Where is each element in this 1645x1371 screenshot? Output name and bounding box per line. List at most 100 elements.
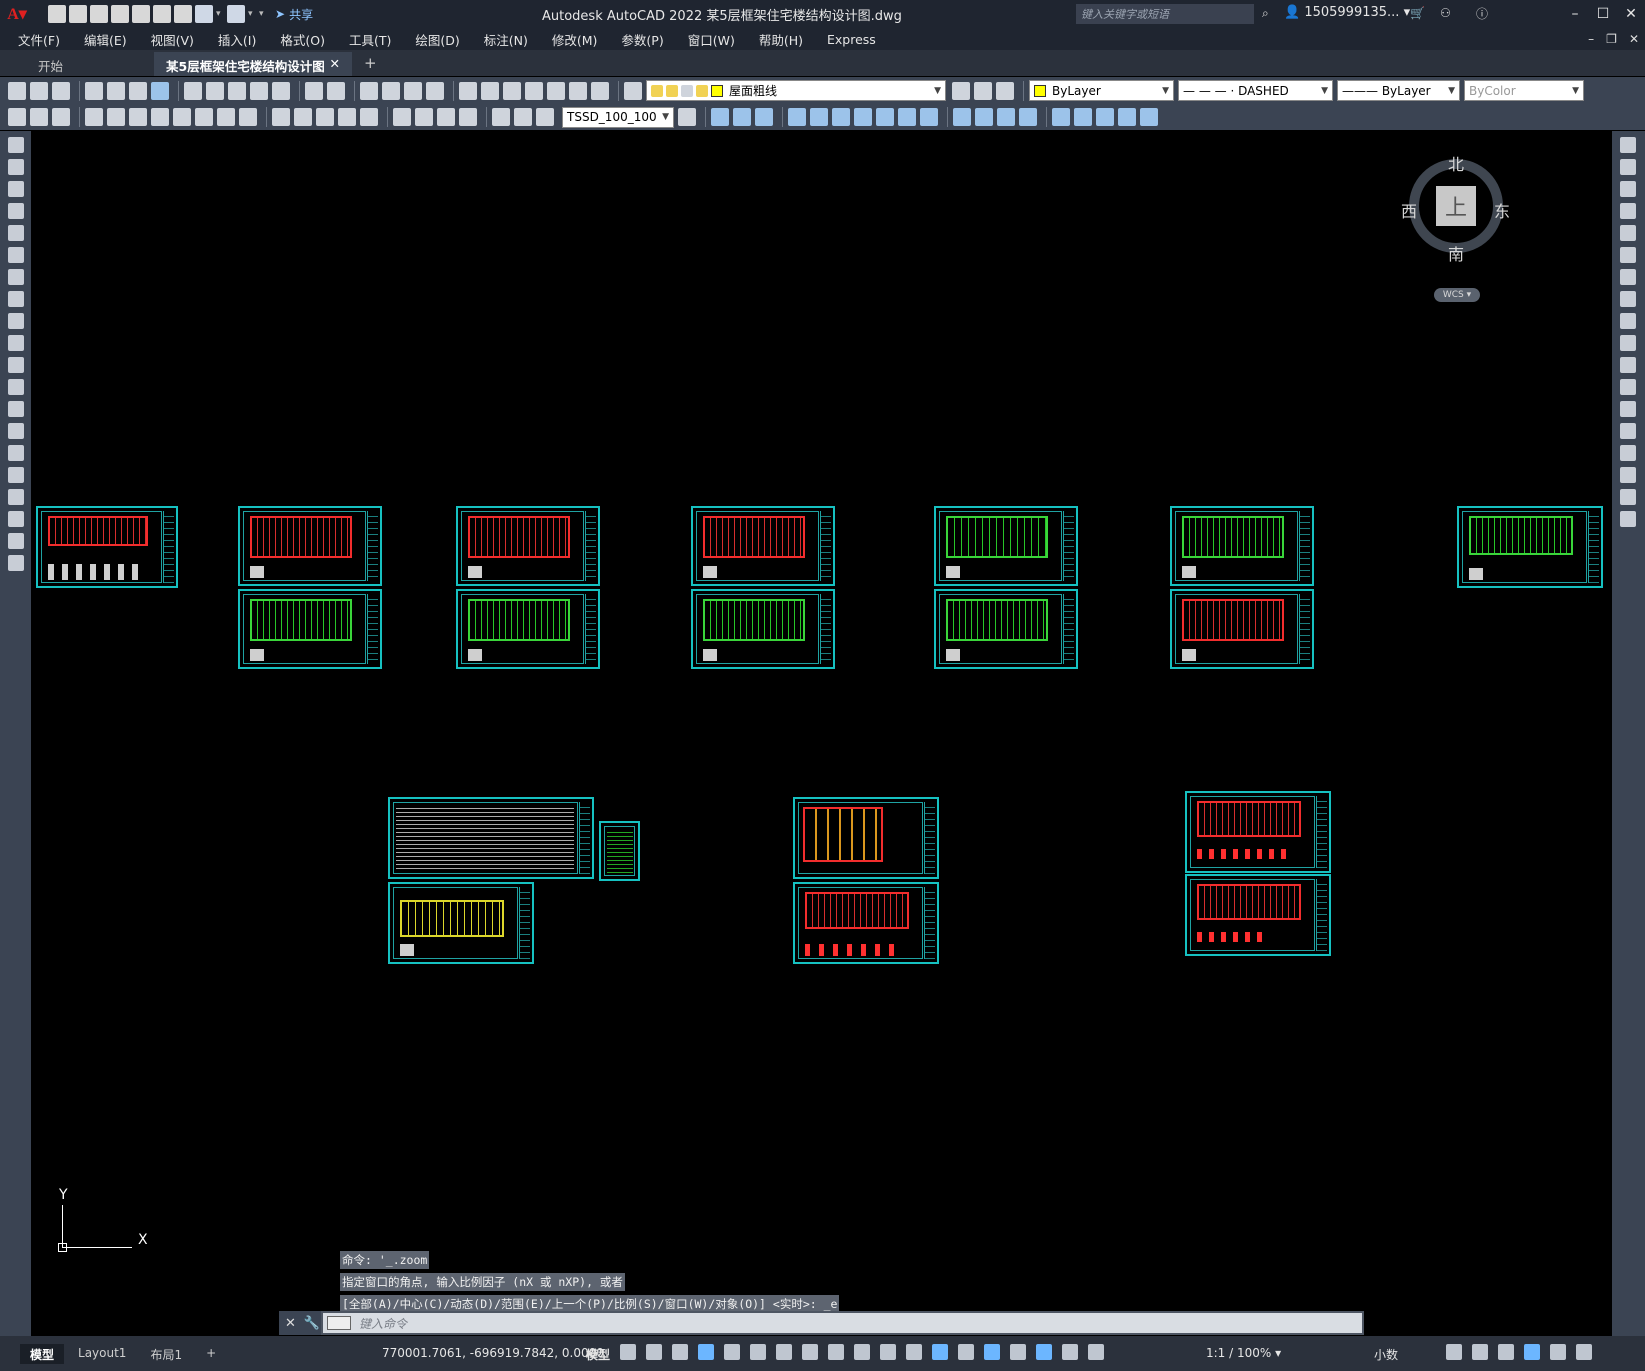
tool-7-icon[interactable] bbox=[854, 108, 872, 126]
new-icon[interactable] bbox=[8, 81, 26, 100]
drawing-sheet[interactable] bbox=[599, 821, 640, 881]
autocad-logo[interactable]: A▾ bbox=[0, 0, 34, 28]
drawing-sheet[interactable] bbox=[456, 506, 600, 586]
dimension-break-icon[interactable] bbox=[360, 108, 378, 126]
maximize-icon[interactable]: ☐ bbox=[1589, 6, 1617, 22]
layer-properties-icon[interactable] bbox=[624, 81, 642, 100]
undo-icon[interactable] bbox=[305, 81, 323, 100]
erase-icon[interactable] bbox=[1620, 137, 1636, 153]
tab-drawing[interactable]: 某5层框架住宅楼结构设计图* ✕ bbox=[154, 52, 352, 90]
tool-13-icon[interactable] bbox=[997, 108, 1015, 126]
color-dropdown[interactable]: ByLayer ▼ bbox=[1029, 80, 1174, 101]
auto-scale-icon[interactable] bbox=[1062, 1344, 1078, 1360]
viewcube[interactable]: 上 北 南 东 西 bbox=[1401, 151, 1510, 264]
point-icon[interactable] bbox=[8, 423, 24, 439]
cut-icon[interactable] bbox=[184, 81, 202, 100]
transparency-icon[interactable] bbox=[880, 1344, 896, 1360]
new-file-icon[interactable] bbox=[48, 5, 66, 23]
drawing-sheet[interactable] bbox=[238, 589, 382, 669]
tool-6-icon[interactable] bbox=[832, 108, 850, 126]
ordinate-dimension-icon[interactable] bbox=[151, 108, 169, 126]
tool-14-icon[interactable] bbox=[1019, 108, 1037, 126]
menu-item[interactable]: 帮助(H) bbox=[759, 30, 803, 49]
rotate-icon[interactable] bbox=[1620, 269, 1636, 285]
extend-icon[interactable] bbox=[1620, 357, 1636, 373]
dimension-edit-icon[interactable] bbox=[492, 108, 510, 126]
gizmo-icon[interactable] bbox=[1010, 1344, 1026, 1360]
move-icon[interactable] bbox=[1620, 247, 1636, 263]
redo-dropdown-icon[interactable]: ▾ bbox=[248, 9, 256, 19]
compass-east[interactable]: 东 bbox=[1494, 198, 1510, 222]
annotation-scale-icon[interactable] bbox=[1088, 1344, 1104, 1360]
compass-north[interactable]: 北 bbox=[1448, 151, 1464, 175]
share-button[interactable]: ➤ 共享 bbox=[275, 6, 313, 23]
customize-quick-access-icon[interactable]: ▾ bbox=[259, 9, 267, 19]
undo-dropdown-icon[interactable]: ▾ bbox=[216, 9, 224, 19]
copy-icon[interactable] bbox=[206, 81, 224, 100]
clean-screen-icon[interactable] bbox=[1550, 1344, 1566, 1360]
quick-dimension-icon[interactable] bbox=[272, 108, 290, 126]
model-space-button[interactable]: 模型 bbox=[586, 1346, 610, 1363]
tool-3-icon[interactable] bbox=[755, 108, 773, 126]
dynamic-ucs-icon[interactable] bbox=[958, 1344, 974, 1360]
jogged-linear-icon[interactable] bbox=[459, 108, 477, 126]
polyline-icon[interactable] bbox=[8, 181, 24, 197]
break-icon[interactable] bbox=[1620, 401, 1636, 417]
aligned-dimension-icon[interactable] bbox=[107, 108, 125, 126]
make-block-icon[interactable] bbox=[8, 401, 24, 417]
baseline-dimension-icon[interactable] bbox=[294, 108, 312, 126]
annotation-scale[interactable]: 1:1 / 100% ▾ bbox=[1206, 1346, 1281, 1360]
circle-icon[interactable] bbox=[8, 269, 24, 285]
markup-icon[interactable] bbox=[547, 81, 565, 100]
customization-icon[interactable] bbox=[1576, 1344, 1592, 1360]
lock-ui-icon[interactable] bbox=[1472, 1344, 1488, 1360]
toolbar-c-icon[interactable] bbox=[52, 108, 70, 126]
drawing-sheet[interactable] bbox=[691, 506, 835, 586]
radius-dimension-icon[interactable] bbox=[173, 108, 191, 126]
isolate-objects-icon[interactable] bbox=[1498, 1344, 1514, 1360]
close-icon[interactable]: ✕ bbox=[1617, 6, 1645, 22]
plot-icon[interactable] bbox=[85, 81, 103, 100]
gradient-icon[interactable] bbox=[8, 467, 24, 483]
save-web-icon[interactable] bbox=[153, 5, 171, 23]
tool-9-icon[interactable] bbox=[898, 108, 916, 126]
tool-17-icon[interactable] bbox=[1096, 108, 1114, 126]
drawing-sheet[interactable] bbox=[793, 797, 939, 879]
drawing-sheet[interactable] bbox=[1457, 506, 1603, 588]
tool-16-icon[interactable] bbox=[1074, 108, 1092, 126]
menu-item[interactable]: Express bbox=[827, 32, 876, 47]
save-as-icon[interactable] bbox=[111, 5, 129, 23]
drawing-sheet[interactable] bbox=[36, 506, 178, 588]
lineweight-icon[interactable] bbox=[854, 1344, 870, 1360]
linear-dimension-icon[interactable] bbox=[85, 108, 103, 126]
angular-dimension-icon[interactable] bbox=[239, 108, 257, 126]
dimension-space-icon[interactable] bbox=[338, 108, 356, 126]
tool-12-icon[interactable] bbox=[975, 108, 993, 126]
dimension-style-icon[interactable] bbox=[678, 108, 696, 126]
isodraft-icon[interactable] bbox=[776, 1344, 792, 1360]
help-icon[interactable] bbox=[591, 81, 609, 100]
layer-previous-icon[interactable] bbox=[974, 81, 992, 100]
polar-tracking-icon[interactable] bbox=[750, 1344, 766, 1360]
tab-layout1[interactable]: Layout1 bbox=[68, 1344, 136, 1364]
menu-item[interactable]: 编辑(E) bbox=[84, 30, 127, 49]
menu-item[interactable]: 文件(F) bbox=[18, 30, 60, 49]
multiline-text-icon[interactable] bbox=[8, 533, 24, 549]
connect-icon[interactable]: ⚇ bbox=[1440, 6, 1451, 20]
drawing-sheet[interactable] bbox=[934, 506, 1078, 586]
coordinates-readout[interactable]: 770001.7061, -696919.7842, 0.0000 bbox=[382, 1346, 604, 1360]
properties-icon[interactable] bbox=[459, 81, 477, 100]
menu-item[interactable]: 标注(N) bbox=[484, 30, 528, 49]
drawing-sheet[interactable] bbox=[934, 589, 1078, 669]
arc-icon[interactable] bbox=[8, 247, 24, 263]
open-web-icon[interactable] bbox=[132, 5, 150, 23]
tool-2-icon[interactable] bbox=[733, 108, 751, 126]
redo-icon[interactable] bbox=[227, 5, 245, 23]
compass-west[interactable]: 西 bbox=[1401, 198, 1417, 222]
tool-5-icon[interactable] bbox=[810, 108, 828, 126]
tab-model[interactable]: 模型 bbox=[20, 1343, 65, 1364]
graphics-performance-icon[interactable] bbox=[1524, 1344, 1540, 1360]
match-properties-icon[interactable] bbox=[250, 81, 268, 100]
tool-4-icon[interactable] bbox=[788, 108, 806, 126]
design-center-icon[interactable] bbox=[481, 81, 499, 100]
